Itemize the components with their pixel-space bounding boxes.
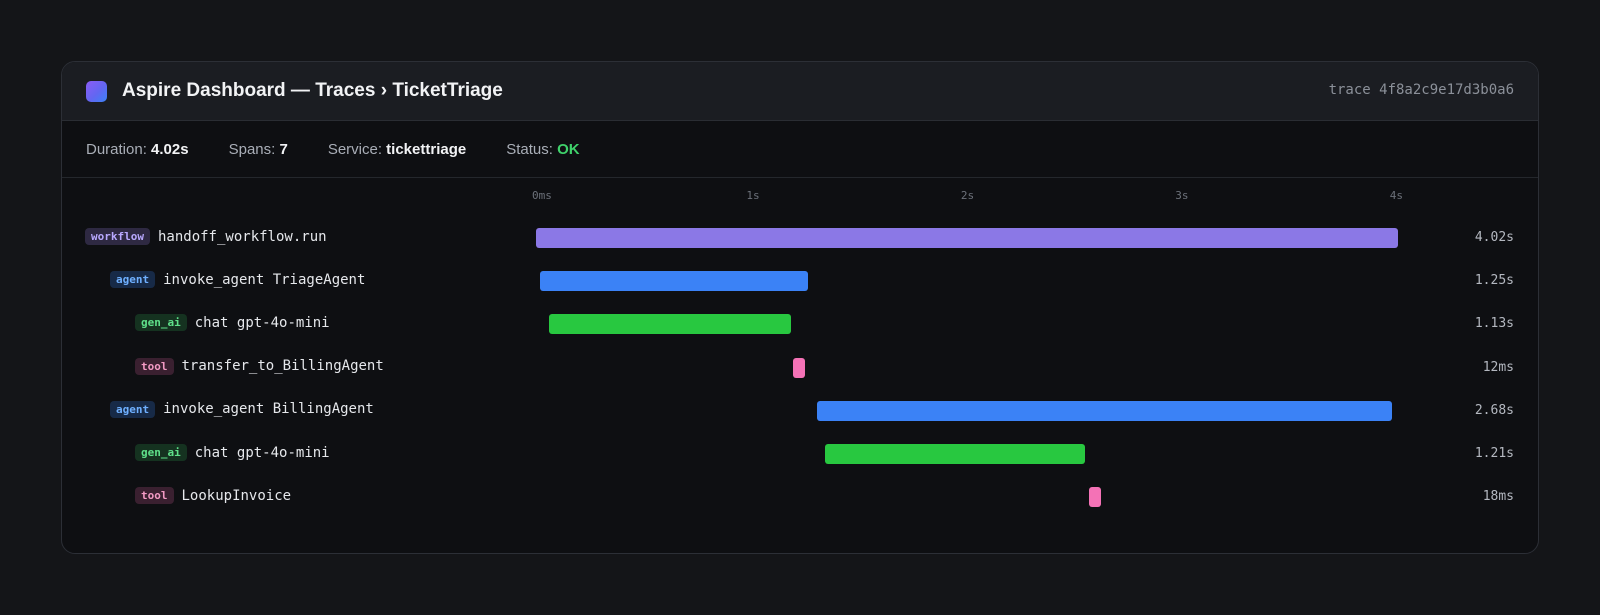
span-kind-badge: gen_ai: [135, 314, 187, 332]
span-row[interactable]: tool LookupInvoice 18ms: [62, 482, 1538, 512]
span-duration: 1.13s: [1474, 316, 1514, 332]
axis-tick-label: 1s: [746, 189, 760, 202]
stat-service: Service: tickettriage: [328, 141, 466, 158]
span-duration: 12ms: [1482, 359, 1514, 375]
stat-service-label: Service:: [327, 140, 382, 158]
span-duration: 18ms: [1482, 489, 1514, 505]
stat-duration-value: 4.02s: [151, 140, 189, 158]
page-title: Aspire Dashboard — Traces › TicketTriage: [122, 80, 503, 101]
axis-tick-label: 0ms: [532, 189, 552, 202]
trace-panel: Aspire Dashboard — Traces › TicketTriage…: [61, 61, 1539, 554]
span-name: chat gpt-4o-mini: [194, 444, 330, 461]
span-label: tool transfer_to_BillingAgent: [135, 357, 384, 375]
span-kind-badge: agent: [110, 271, 156, 289]
span-label: agent invoke_agent TriageAgent: [110, 271, 366, 289]
panel-header: Aspire Dashboard — Traces › TicketTriage…: [62, 62, 1538, 121]
span-name: chat gpt-4o-mini: [194, 314, 330, 331]
span-label: workflow handoff_workflow.run: [85, 228, 327, 245]
trace-summary: Duration: 4.02s Spans: 7 Service: ticket…: [62, 121, 1538, 178]
span-name: invoke_agent BillingAgent: [163, 401, 374, 418]
span-row[interactable]: workflow handoff_workflow.run 4.02s: [62, 223, 1538, 253]
span-bar[interactable]: [540, 271, 809, 292]
stat-duration-label: Duration:: [86, 140, 147, 158]
span-kind-badge: tool: [135, 357, 174, 375]
span-label: tool LookupInvoice: [135, 487, 292, 505]
axis-tick-label: 4s: [1389, 189, 1403, 202]
span-name: LookupInvoice: [181, 487, 292, 504]
status-badge: OK: [557, 140, 580, 158]
span-name: transfer_to_BillingAgent: [181, 358, 384, 375]
trace-id: trace 4f8a2c9e17d3b0a6: [1328, 82, 1514, 98]
span-name: invoke_agent TriageAgent: [163, 271, 366, 288]
span-duration: 1.21s: [1474, 446, 1514, 461]
axis-tick-label: 3s: [1175, 189, 1189, 202]
span-bar[interactable]: [1089, 487, 1102, 508]
span-label: agent invoke_agent BillingAgent: [110, 400, 374, 418]
stat-status: Status: OK: [506, 141, 579, 158]
span-bar[interactable]: [825, 444, 1085, 464]
span-name: handoff_workflow.run: [157, 228, 327, 245]
span-duration: 4.02s: [1474, 230, 1514, 245]
stat-spans: Spans: 7: [229, 141, 288, 158]
span-row[interactable]: gen_ai chat gpt-4o-mini 1.13s: [62, 309, 1538, 339]
span-row[interactable]: gen_ai chat gpt-4o-mini 1.21s: [62, 439, 1538, 469]
stat-status-label: Status:: [506, 140, 553, 158]
span-bar[interactable]: [816, 400, 1392, 421]
span-kind-badge: tool: [135, 487, 174, 505]
span-duration: 1.25s: [1474, 273, 1514, 289]
axis-tick-label: 2s: [960, 189, 975, 202]
span-kind-badge: gen_ai: [135, 444, 187, 461]
span-label: gen_ai chat gpt-4o-mini: [135, 444, 330, 461]
span-row[interactable]: agent invoke_agent BillingAgent 2.68s: [62, 396, 1538, 426]
span-bar[interactable]: [536, 228, 1398, 248]
span-bar[interactable]: [793, 357, 806, 378]
stat-spans-value: 7: [279, 140, 288, 158]
span-duration: 2.68s: [1474, 402, 1514, 418]
span-row[interactable]: tool transfer_to_BillingAgent 12ms: [62, 353, 1538, 383]
aspire-logo-icon: [86, 80, 107, 102]
stat-service-value: tickettriage: [386, 140, 467, 158]
span-label: gen_ai chat gpt-4o-mini: [135, 314, 330, 332]
span-bar[interactable]: [548, 314, 792, 335]
stat-spans-label: Spans:: [228, 140, 276, 158]
time-axis: 0ms 1s 2s 3s 4s: [62, 189, 1538, 203]
span-kind-badge: agent: [110, 400, 156, 418]
stat-duration: Duration: 4.02s: [86, 141, 189, 158]
span-row[interactable]: agent invoke_agent TriageAgent 1.25s: [62, 266, 1538, 296]
span-kind-badge: workflow: [85, 228, 150, 245]
